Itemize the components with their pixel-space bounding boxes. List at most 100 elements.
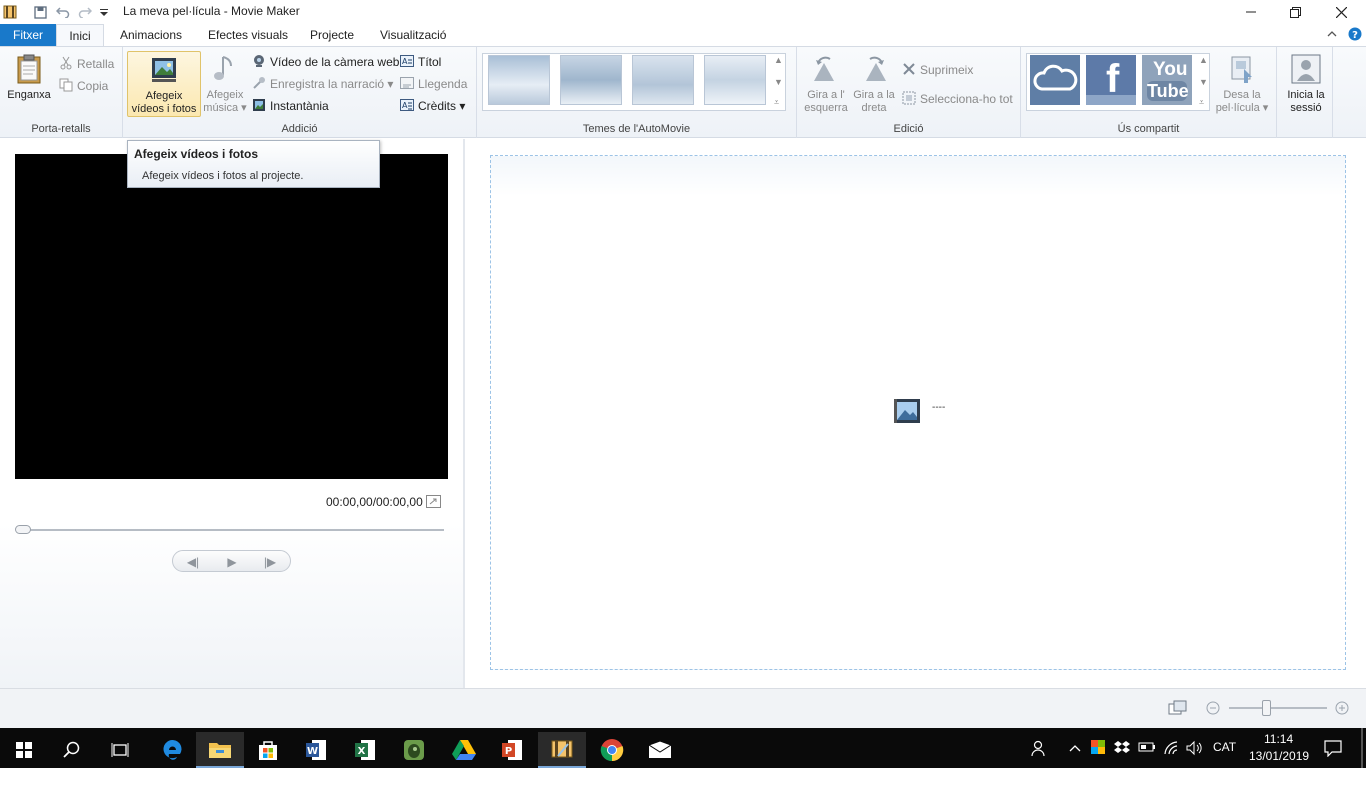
movie-maker-app-icon[interactable] xyxy=(2,4,18,20)
theme-thumbnail[interactable] xyxy=(704,55,766,105)
google-drive-icon[interactable] xyxy=(440,732,488,768)
dropbox-icon[interactable] xyxy=(1114,740,1130,756)
excel-icon[interactable]: X xyxy=(341,732,389,768)
facebook-icon[interactable]: f xyxy=(1086,55,1136,105)
clipboard-icon xyxy=(13,53,45,85)
scissors-icon xyxy=(59,56,73,70)
storyboard-area[interactable]: ---- xyxy=(490,155,1346,670)
clock-time[interactable]: 11:14 xyxy=(1264,732,1293,746)
office-tray-icon[interactable] xyxy=(1090,739,1106,755)
battery-icon[interactable] xyxy=(1138,741,1156,755)
fullscreen-icon[interactable] xyxy=(426,495,441,508)
zoom-out-icon[interactable] xyxy=(1206,701,1220,715)
seek-bar[interactable] xyxy=(20,529,444,531)
desktop-edge xyxy=(0,768,1366,792)
restore-button[interactable] xyxy=(1272,0,1318,24)
gallery-expand-icon[interactable]: ⩡ xyxy=(774,97,779,108)
share-scroll-down-icon[interactable]: ▼ xyxy=(1199,77,1208,87)
add-videos-photos-icon xyxy=(148,54,180,86)
ribbon: Enganxa Retalla Copia Porta-retalls Afeg… xyxy=(0,46,1366,138)
video-preview-screen[interactable] xyxy=(15,154,448,479)
thumbnail-size-icon[interactable] xyxy=(1168,700,1188,716)
save-icon[interactable] xyxy=(32,4,48,20)
show-hidden-icons-chevron-icon[interactable] xyxy=(1068,741,1082,755)
zoom-in-icon[interactable] xyxy=(1335,701,1349,715)
search-icon[interactable] xyxy=(48,732,96,768)
next-frame-icon[interactable]: |▶ xyxy=(258,554,282,570)
word-icon[interactable]: W xyxy=(292,732,340,768)
redo-icon[interactable] xyxy=(77,4,93,20)
theme-thumbnail[interactable] xyxy=(632,55,694,105)
group-share: f You Tube ▲ ▼ ⩡ Desa la pel·lícula ▾ Ús… xyxy=(1021,47,1277,138)
select-all-button[interactable]: Selecciona-ho tot xyxy=(902,90,1013,108)
minimize-button[interactable] xyxy=(1228,0,1274,24)
snapshot-button[interactable]: Instantània xyxy=(252,97,329,115)
people-icon[interactable] xyxy=(1030,739,1048,757)
save-movie-icon xyxy=(1226,53,1258,85)
undo-icon[interactable] xyxy=(55,4,71,20)
tooltip-title: Afegeix vídeos i fotos xyxy=(134,147,259,161)
windows-start-icon[interactable] xyxy=(0,732,48,768)
share-expand-icon[interactable]: ⩡ xyxy=(1199,97,1204,108)
volume-icon[interactable] xyxy=(1186,740,1204,756)
movie-maker-taskbar-icon[interactable] xyxy=(538,732,586,768)
select-all-icon xyxy=(902,91,916,105)
paste-button[interactable]: Enganxa xyxy=(4,51,54,102)
chrome-icon[interactable] xyxy=(588,732,636,768)
edge-browser-icon[interactable] xyxy=(148,732,196,768)
sign-in-button[interactable]: Inicia la sessió xyxy=(1281,51,1331,115)
gallery-scroll-down-icon[interactable]: ▼ xyxy=(774,77,783,87)
caption-icon xyxy=(400,76,414,90)
tab-file[interactable]: Fitxer xyxy=(0,24,56,46)
gallery-scroll-up-icon[interactable]: ▲ xyxy=(774,55,783,65)
notifications-icon[interactable] xyxy=(1324,739,1342,758)
status-bar xyxy=(0,688,1366,728)
youtube-icon[interactable]: You Tube xyxy=(1142,55,1192,105)
music-note-icon xyxy=(209,53,241,85)
collapse-ribbon-chevron-icon[interactable] xyxy=(1326,28,1338,40)
group-clipboard: Enganxa Retalla Copia Porta-retalls xyxy=(0,47,123,138)
title-button[interactable]: A Títol xyxy=(400,53,441,71)
add-music-button[interactable]: Afegeix música ▾ xyxy=(203,51,247,115)
svg-text:W: W xyxy=(307,746,318,757)
seek-handle[interactable] xyxy=(15,525,31,534)
play-icon[interactable]: ▶ xyxy=(220,554,244,570)
clock-date[interactable]: 13/01/2019 xyxy=(1249,749,1309,763)
group-label-share: Ús compartit xyxy=(1117,123,1180,135)
input-language[interactable]: CAT xyxy=(1213,740,1236,754)
credits-button[interactable]: A Crèdits ▾ xyxy=(400,97,465,115)
tab-view[interactable]: Visualització xyxy=(372,24,454,46)
powerpoint-icon[interactable]: P xyxy=(488,732,536,768)
rotate-right-button[interactable]: Gira a la dreta xyxy=(850,51,898,115)
zoom-slider-handle[interactable] xyxy=(1262,700,1271,716)
copy-button[interactable]: Copia xyxy=(59,77,108,95)
customize-toolbar-chevron-icon[interactable] xyxy=(96,4,112,20)
file-explorer-icon[interactable] xyxy=(196,732,244,768)
add-videos-photos-button[interactable]: Afegeix vídeos i fotos xyxy=(127,51,201,117)
task-view-icon[interactable] xyxy=(96,732,144,768)
rotate-left-button[interactable]: Gira a l' esquerra xyxy=(802,51,850,115)
caption-button[interactable]: Llegenda xyxy=(400,75,467,93)
tab-project[interactable]: Projecte xyxy=(302,24,362,46)
webcam-video-button[interactable]: Vídeo de la càmera web xyxy=(252,53,399,71)
evernote-icon[interactable] xyxy=(390,732,438,768)
close-button[interactable] xyxy=(1318,0,1364,24)
show-desktop-button[interactable] xyxy=(1361,728,1363,768)
cut-button[interactable]: Retalla xyxy=(59,55,114,73)
zoom-slider-track[interactable] xyxy=(1229,707,1327,709)
record-narration-button[interactable]: Enregistra la narració ▾ xyxy=(252,75,393,93)
tab-home[interactable]: Inici xyxy=(56,24,104,46)
mail-icon[interactable] xyxy=(636,732,684,768)
tab-animations[interactable]: Animacions xyxy=(112,24,190,46)
onedrive-cloud-icon[interactable] xyxy=(1030,55,1080,105)
remove-button[interactable]: Suprimeix xyxy=(902,61,973,79)
help-icon[interactable]: ? xyxy=(1348,27,1362,41)
theme-thumbnail[interactable] xyxy=(560,55,622,105)
tab-visual-effects[interactable]: Efectes visuals xyxy=(200,24,296,46)
previous-frame-icon[interactable]: ◀| xyxy=(181,554,205,570)
share-scroll-up-icon[interactable]: ▲ xyxy=(1199,55,1208,65)
save-movie-button[interactable]: Desa la pel·lícula ▾ xyxy=(1213,51,1271,115)
store-icon[interactable] xyxy=(244,732,292,768)
theme-thumbnail[interactable] xyxy=(488,55,550,105)
wifi-icon[interactable] xyxy=(1163,740,1181,756)
